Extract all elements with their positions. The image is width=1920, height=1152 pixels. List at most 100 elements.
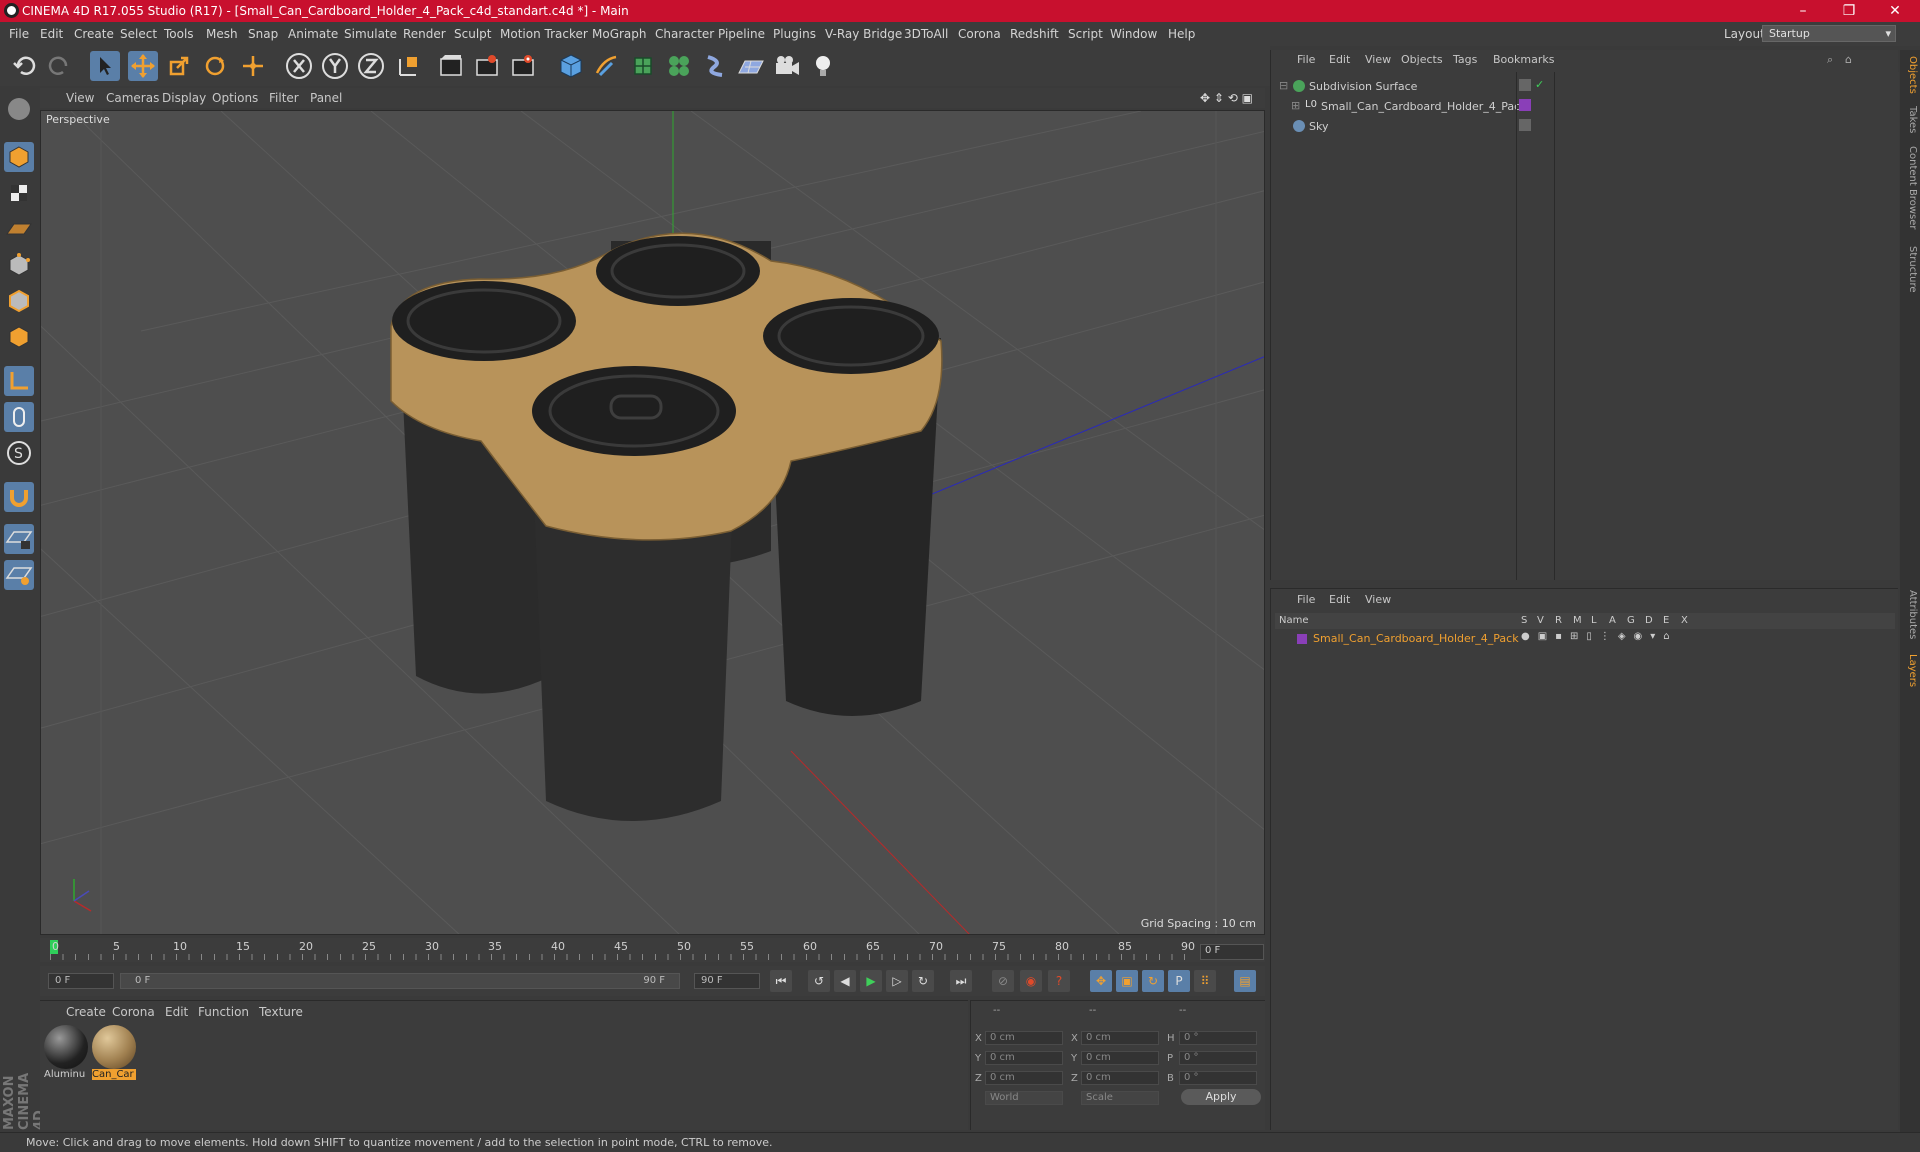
menu-redshift[interactable]: Redshift — [1010, 27, 1059, 41]
size-mode-dropdown[interactable]: Scale — [1081, 1091, 1159, 1105]
play-icon[interactable]: ▶ — [860, 970, 882, 992]
tab-objects[interactable]: Objects — [1902, 56, 1918, 94]
close-button[interactable]: ✕ — [1872, 0, 1918, 22]
render-settings-icon[interactable] — [508, 51, 538, 81]
go-to-start-icon[interactable]: ⏮ — [770, 970, 792, 992]
grid-lock-icon[interactable] — [4, 524, 34, 554]
object-row-subdivision-surface[interactable]: ⊟ Subdivision Surface — [1273, 78, 1517, 96]
obj-menu-file[interactable]: File — [1297, 53, 1315, 66]
position-z-field[interactable]: 0 cm — [985, 1071, 1063, 1085]
menu-edit[interactable]: Edit — [40, 27, 63, 41]
cube-primitive-icon[interactable] — [556, 51, 586, 81]
grid-snap-icon[interactable] — [4, 560, 34, 590]
tweak-mode-icon[interactable] — [4, 402, 34, 432]
vp-menu-filter[interactable]: Filter — [269, 91, 299, 105]
menu-create[interactable]: Create — [74, 27, 114, 41]
apply-button[interactable]: Apply — [1181, 1089, 1261, 1105]
light-icon[interactable] — [808, 51, 838, 81]
polygons-mode-icon[interactable] — [4, 322, 34, 352]
object-row-can-holder[interactable]: ⊞ L0 Small_Can_Cardboard_Holder_4_Pack — [1273, 98, 1527, 116]
render-picture-viewer-icon[interactable] — [472, 51, 502, 81]
position-y-field[interactable]: 0 cm — [985, 1051, 1063, 1065]
snap-icon[interactable]: S — [4, 438, 34, 468]
rotation-b-field[interactable]: 0 ° — [1179, 1071, 1257, 1085]
layer-tag-icon[interactable] — [1519, 79, 1531, 91]
obj-menu-tags[interactable]: Tags — [1453, 53, 1477, 66]
axis-mode-icon[interactable] — [4, 366, 34, 396]
select-arrow-icon[interactable] — [90, 51, 120, 81]
start-frame-field[interactable]: 0 F — [48, 973, 114, 989]
layer-color-icon[interactable] — [1519, 99, 1531, 111]
layer-menu-edit[interactable]: Edit — [1329, 593, 1350, 606]
vp-menu-display[interactable]: Display — [162, 91, 206, 105]
key-rotation-icon[interactable]: ↻ — [1142, 970, 1164, 992]
key-parameter-icon[interactable]: P — [1168, 970, 1190, 992]
maximize-button[interactable]: ❐ — [1826, 0, 1872, 22]
material-swatch-can-cardboard[interactable]: Can_Car — [92, 1025, 136, 1081]
home-icon[interactable]: ⌂ — [1845, 53, 1852, 66]
menu-character[interactable]: Character — [655, 27, 714, 41]
tree-expander-icon[interactable]: ⊞ — [1291, 99, 1300, 112]
size-z-field[interactable]: 0 cm — [1081, 1071, 1159, 1085]
menu-3dtoall[interactable]: 3DToAll — [904, 27, 948, 41]
timeline-ruler[interactable]: 0 5 10 15 20 25 30 35 40 45 50 55 60 65 … — [40, 938, 1265, 962]
menu-window[interactable]: Window — [1110, 27, 1157, 41]
tab-content-browser[interactable]: Content Browser — [1902, 146, 1918, 229]
menu-script[interactable]: Script — [1068, 27, 1103, 41]
move-tool-icon[interactable] — [128, 51, 158, 81]
rotation-h-field[interactable]: 0 ° — [1179, 1031, 1257, 1045]
record-active-objects-icon[interactable]: ◉ — [1020, 970, 1042, 992]
redo-icon[interactable] — [44, 51, 74, 81]
magnet-icon[interactable] — [4, 482, 34, 512]
layer-color-swatch[interactable] — [1297, 634, 1307, 644]
menu-file[interactable]: File — [9, 27, 29, 41]
previous-key-icon[interactable]: ↺ — [808, 970, 830, 992]
transform-tool-icon[interactable] — [238, 51, 268, 81]
layer-menu-file[interactable]: File — [1297, 593, 1315, 606]
vp-menu-panel[interactable]: Panel — [310, 91, 342, 105]
object-row-sky[interactable]: Sky — [1273, 118, 1517, 136]
x-axis-icon[interactable] — [284, 51, 314, 81]
rotation-p-field[interactable]: 0 ° — [1179, 1051, 1257, 1065]
vp-menu-cameras[interactable]: Cameras — [106, 91, 159, 105]
key-position-icon[interactable]: ✥ — [1090, 970, 1112, 992]
menu-help[interactable]: Help — [1168, 27, 1195, 41]
layout-dropdown[interactable]: Startup ▾ — [1762, 25, 1896, 42]
menu-simulate[interactable]: Simulate — [344, 27, 397, 41]
obj-menu-view[interactable]: View — [1365, 53, 1391, 66]
render-view-icon[interactable] — [436, 51, 466, 81]
coordinate-space-dropdown[interactable]: World — [985, 1091, 1063, 1105]
z-axis-icon[interactable] — [356, 51, 386, 81]
minimize-button[interactable]: – — [1780, 0, 1826, 22]
timeline-window-icon[interactable]: ▤ — [1234, 970, 1256, 992]
undo-icon[interactable] — [10, 51, 40, 81]
menu-mesh[interactable]: Mesh — [206, 27, 238, 41]
menu-mograph[interactable]: MoGraph — [592, 27, 647, 41]
menu-snap[interactable]: Snap — [248, 27, 278, 41]
menu-corona[interactable]: Corona — [958, 27, 1001, 41]
tab-attributes[interactable]: Attributes — [1902, 590, 1918, 639]
key-scale-icon[interactable]: ▣ — [1116, 970, 1138, 992]
rotate-tool-icon[interactable] — [200, 51, 230, 81]
current-frame-field[interactable]: 0 F — [1200, 944, 1264, 960]
menu-tools[interactable]: Tools — [164, 27, 194, 41]
enabled-checkmark-icon[interactable]: ✓ — [1535, 78, 1544, 91]
menu-plugins[interactable]: Plugins — [773, 27, 816, 41]
menu-animate[interactable]: Animate — [288, 27, 338, 41]
next-frame-icon[interactable]: ▷ — [886, 970, 908, 992]
camera-icon[interactable] — [772, 51, 802, 81]
vp-menu-view[interactable]: View — [66, 91, 94, 105]
make-editable-icon[interactable] — [4, 94, 34, 124]
layer-menu-view[interactable]: View — [1365, 593, 1391, 606]
deformer-icon[interactable] — [700, 51, 730, 81]
size-y-field[interactable]: 0 cm — [1081, 1051, 1159, 1065]
position-x-field[interactable]: 0 cm — [985, 1031, 1063, 1045]
end-frame-field[interactable]: 90 F — [694, 973, 760, 989]
search-icon[interactable]: ⌕ — [1827, 53, 1833, 67]
menu-render[interactable]: Render — [403, 27, 446, 41]
frame-range-slider[interactable]: 0 F 90 F — [120, 973, 680, 989]
coordinate-system-icon[interactable] — [394, 51, 424, 81]
vp-menu-options[interactable]: Options — [212, 91, 258, 105]
menu-motion-tracker[interactable]: Motion Tracker — [500, 27, 588, 41]
obj-menu-objects[interactable]: Objects — [1401, 53, 1443, 66]
